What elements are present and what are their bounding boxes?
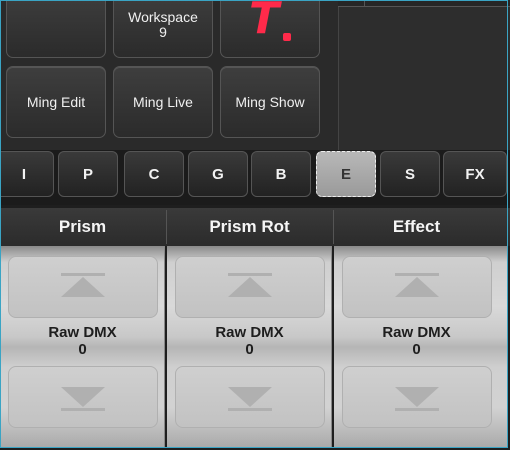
decrement-button[interactable] — [175, 366, 325, 428]
tab-fx[interactable]: FX — [443, 151, 507, 197]
encoder-effect[interactable]: Raw DMX 0 — [334, 246, 508, 448]
decrement-button[interactable] — [8, 366, 158, 428]
encoder-mode: Raw DMX — [215, 324, 284, 341]
encoder-value: 0 — [412, 341, 421, 358]
encoder-readout: Raw DMX 0 — [167, 324, 332, 358]
arrow-up-icon — [228, 273, 272, 297]
ming-edit-button[interactable]: Ming Edit — [6, 66, 106, 138]
logo-letter: T — [248, 0, 279, 44]
logo-tile[interactable]: T — [220, 0, 320, 58]
right-side-panel — [338, 0, 510, 150]
tab-label: C — [148, 165, 160, 183]
encoder-value: 0 — [78, 341, 87, 358]
ming-live-button[interactable]: Ming Live — [113, 66, 213, 138]
tab-label: S — [404, 165, 415, 183]
encoder-mode: Raw DMX — [48, 324, 117, 341]
workspace-number: 9 — [159, 24, 167, 40]
ming-show-button[interactable]: Ming Show — [220, 66, 320, 138]
tab-gobo[interactable]: G — [188, 151, 248, 197]
arrow-up-icon — [61, 273, 105, 297]
column-header-prism-rot: Prism Rot — [209, 217, 290, 236]
encoder-readout: Raw DMX 0 — [334, 324, 499, 358]
encoder-readout: Raw DMX 0 — [0, 324, 165, 358]
tab-position[interactable]: P — [58, 151, 118, 197]
tab-intensity[interactable]: I — [0, 151, 54, 197]
column-header-prism: Prism — [58, 217, 107, 236]
workspace-9-button[interactable]: Workspace 9 — [113, 0, 213, 58]
encoder-prism-rot[interactable]: Raw DMX 0 — [167, 246, 332, 448]
tab-effect[interactable]: E — [316, 151, 376, 197]
workspace-tile-empty[interactable] — [6, 0, 106, 58]
tab-label: P — [82, 165, 93, 183]
ming-live-label: Ming Live — [133, 94, 193, 110]
tab-beam[interactable]: B — [251, 151, 311, 197]
encoder-value: 0 — [245, 341, 254, 358]
workspace-label: Workspace — [128, 9, 198, 25]
arrow-up-icon — [395, 273, 439, 297]
arrow-down-icon — [228, 387, 272, 411]
ming-edit-label: Ming Edit — [26, 94, 86, 110]
logo: T — [249, 0, 291, 41]
tab-special[interactable]: S — [380, 151, 440, 197]
right-top-strip — [338, 0, 510, 7]
ming-show-label: Ming Show — [235, 94, 305, 110]
column-header-effect: Effect — [392, 217, 441, 236]
tab-label: B — [275, 165, 287, 183]
tab-label: FX — [465, 165, 485, 183]
tab-label: I — [21, 165, 27, 183]
tab-label: E — [340, 165, 351, 183]
increment-button[interactable] — [8, 256, 158, 318]
encoder-prism[interactable]: Raw DMX 0 — [0, 246, 165, 448]
arrow-down-icon — [395, 387, 439, 411]
workspace-panel: Workspace 9 T Ming Edit Ming Live Ming S… — [0, 0, 338, 150]
logo-dot-icon — [283, 33, 291, 41]
arrow-down-icon — [61, 387, 105, 411]
tab-colour[interactable]: C — [124, 151, 184, 197]
decrement-button[interactable] — [342, 366, 492, 428]
encoder-mode: Raw DMX — [382, 324, 451, 341]
increment-button[interactable] — [342, 256, 492, 318]
tab-label: G — [212, 165, 224, 183]
increment-button[interactable] — [175, 256, 325, 318]
